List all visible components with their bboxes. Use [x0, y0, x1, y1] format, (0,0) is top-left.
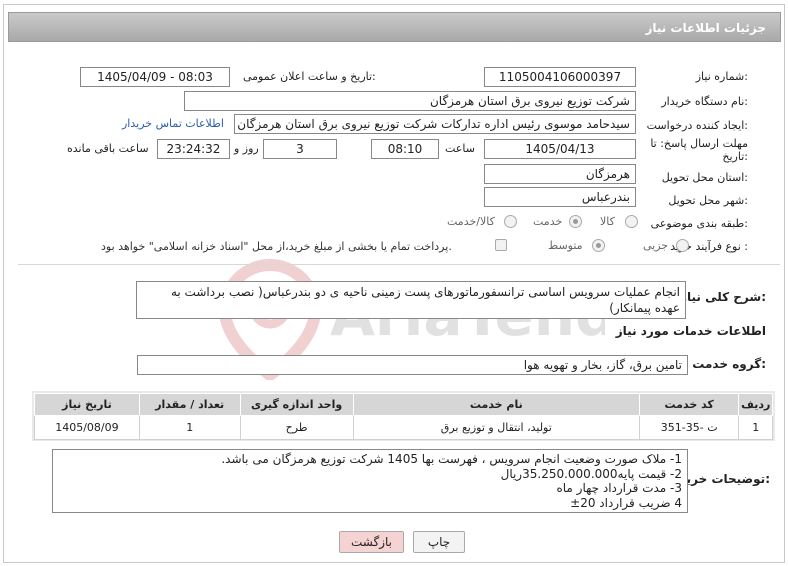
category-option-service: خدمت: [533, 215, 563, 228]
deadline-time-field: 08:10: [371, 139, 439, 159]
category-radio-goods[interactable]: [625, 215, 638, 228]
summary-label: شرح کلی نیاز:: [680, 290, 766, 304]
notes-line-1: 1- ملاک صورت وضعیت انجام سرویس ، فهرست ب…: [221, 452, 682, 466]
notes-line-4: 4 ضریب قرارداد 20±: [570, 495, 682, 510]
process-option-medium: متوسط: [548, 239, 583, 252]
service-group-field: تامین برق، گاز، بخار و تهویه هوا: [137, 355, 688, 375]
cell-quantity: 1: [138, 415, 241, 440]
treasury-payment-note: پرداخت تمام یا بخشی از مبلغ خرید،از محل …: [101, 240, 452, 253]
treasury-payment-checkbox[interactable]: [495, 239, 507, 251]
section-divider: [18, 264, 780, 265]
cell-unit: طرح: [239, 415, 354, 440]
creator-label: ایجاد کننده درخواست:: [646, 119, 748, 132]
buyer-label: نام دستگاه خریدار:: [661, 95, 748, 108]
services-table: ردیف کد خدمت نام خدمت واحد اندازه گیری ت…: [34, 393, 773, 440]
buyer-notes-field: 1- ملاک صورت وضعیت انجام سرویس ، فهرست ب…: [52, 449, 688, 513]
city-field: بندرعباس: [484, 187, 636, 207]
days-label: روز و: [234, 142, 259, 155]
cell-row-number: 1: [738, 415, 773, 440]
col-header-service-code: کد خدمت: [638, 393, 740, 416]
col-header-quantity: تعداد / مقدار: [138, 393, 241, 416]
cell-need-date: 1405/08/09: [34, 415, 140, 440]
service-group-label: گروه خدمت:: [692, 357, 766, 371]
deadline-label-line2: تاریخ:: [722, 150, 748, 163]
need-number-field: 1105004106000397: [484, 67, 636, 87]
services-section-title: اطلاعات خدمات مورد نیاز: [615, 324, 766, 338]
table-header-row: ردیف کد خدمت نام خدمت واحد اندازه گیری ت…: [34, 393, 773, 416]
category-option-goods-service: کالا/خدمت: [447, 215, 495, 228]
process-radio-minor[interactable]: [676, 239, 689, 252]
summary-field: انجام عملیات سرویس اساسی ترانسفورماتورها…: [136, 281, 686, 319]
col-header-unit: واحد اندازه گیری: [239, 393, 354, 416]
remaining-time-field: 23:24:32: [157, 139, 230, 159]
deadline-time-label: ساعت: [445, 142, 475, 155]
province-field: هرمزگان: [484, 164, 636, 184]
col-header-service-name: نام خدمت: [352, 393, 640, 416]
buyer-field: شرکت توزیع نیروی برق استان هرمزگان: [184, 91, 636, 111]
deadline-label-line1: مهلت ارسال پاسخ: تا: [650, 137, 748, 150]
need-number-label: شماره نیاز:: [695, 70, 748, 83]
process-option-minor: جزیی: [643, 239, 669, 252]
city-label: شهر محل تحویل:: [668, 194, 748, 207]
page-title: جزئیات اطلاعات نیاز: [645, 21, 766, 35]
category-radio-goods-service[interactable]: [504, 215, 517, 228]
deadline-date-field: 1405/04/13: [484, 139, 636, 159]
notes-line-3: 3- مدت قرارداد چهار ماه: [556, 481, 682, 495]
header-bar: جزئیات اطلاعات نیاز: [8, 12, 781, 42]
category-option-goods: کالا: [600, 215, 615, 228]
province-label: استان محل تحویل:: [661, 171, 748, 184]
process-radio-medium[interactable]: [592, 239, 605, 252]
creator-field: سیدحامد موسوی رئیس اداره تدارکات شرکت تو…: [234, 114, 636, 134]
print-button[interactable]: چاپ: [413, 531, 465, 553]
cell-service-name: تولید، انتقال و توزیع برق: [352, 415, 640, 440]
contact-buyer-link[interactable]: اطلاعات تماس خریدار: [122, 117, 224, 130]
remaining-label: ساعت باقی مانده: [67, 142, 149, 155]
announce-field: 1405/04/09 - 08:03: [80, 67, 230, 87]
cell-service-code: ت -35-351: [638, 415, 740, 440]
category-radio-service[interactable]: [569, 215, 582, 228]
col-header-row-number: ردیف: [738, 393, 773, 416]
category-label: طبقه بندی موضوعی:: [650, 217, 748, 230]
table-row: 1 ت -35-351 تولید، انتقال و توزیع برق طر…: [34, 415, 773, 440]
back-button[interactable]: بازگشت: [339, 531, 404, 553]
col-header-need-date: تاریخ نیاز: [34, 393, 140, 416]
days-remaining-field: 3: [263, 139, 337, 159]
announce-label: تاریخ و ساعت اعلان عمومی:: [243, 70, 376, 83]
notes-line-2: 2- قیمت پایه35.250.000.000ریال: [500, 466, 682, 481]
